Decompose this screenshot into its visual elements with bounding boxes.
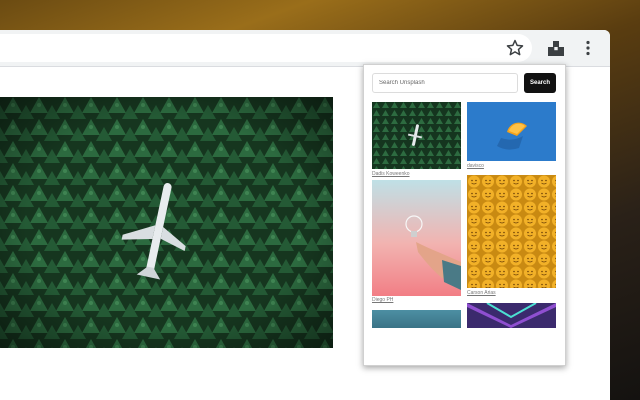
photo-thumbnail-orange[interactable] <box>467 102 556 161</box>
photo-credit[interactable]: davisco <box>467 163 484 169</box>
page-hero-image <box>0 97 333 348</box>
photo-credit[interactable]: Diego PH <box>372 297 393 303</box>
star-icon[interactable] <box>505 38 525 58</box>
search-input[interactable] <box>372 73 518 93</box>
photo-credit[interactable]: Carson Arias <box>467 290 496 296</box>
browser-toolbar <box>0 30 610 67</box>
more-vert-icon[interactable] <box>578 38 598 58</box>
address-bar[interactable] <box>0 34 532 62</box>
browser-window: Search Dadis Koweenko <box>0 30 610 400</box>
photo-thumbnail-water[interactable] <box>372 310 461 328</box>
photo-thumbnail-smiley-balls[interactable] <box>467 175 556 288</box>
photo-thumbnail-lightbulb[interactable] <box>372 180 461 296</box>
photo-credit[interactable]: Dadis Koweenko <box>372 171 410 177</box>
photo-thumbnail-neon[interactable] <box>467 303 556 328</box>
unsplash-popup: Search Dadis Koweenko <box>363 64 566 366</box>
extension-icon[interactable] <box>546 38 566 58</box>
search-button[interactable]: Search <box>524 73 556 93</box>
photo-thumbnail-forest[interactable] <box>372 102 461 169</box>
